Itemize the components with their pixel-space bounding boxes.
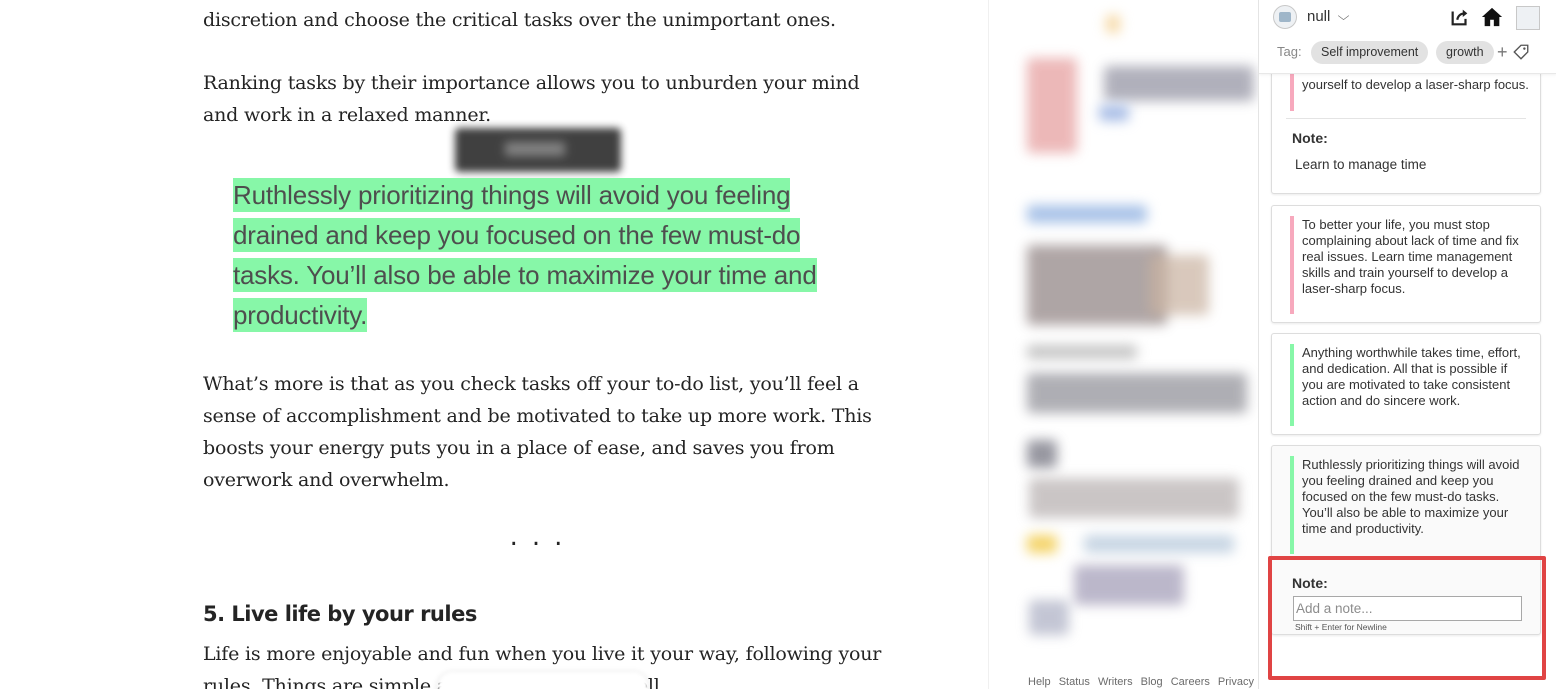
profile-image-icon[interactable]: [1516, 6, 1540, 30]
highlight-color-bar: [1290, 344, 1294, 426]
panel-header: null ⌵ Tag: Self improvement growth +: [1259, 0, 1556, 74]
section-heading: 5. Live life by your rules: [203, 602, 477, 626]
article-content: discretion and choose the critical tasks…: [0, 0, 988, 689]
note-text[interactable]: Learn to manage time: [1295, 157, 1426, 172]
highlight-color-bar: [1290, 456, 1294, 554]
note-hint: Shift + Enter for Newline: [1295, 622, 1387, 632]
user-name[interactable]: null: [1307, 8, 1330, 25]
footer-links: Help Status Writers Blog Careers Privacy…: [1028, 676, 1278, 688]
quote-highlight-text[interactable]: Ruthlessly prioritizing things will avoi…: [233, 178, 817, 332]
article-paragraph: Ranking tasks by their importance allows…: [203, 72, 860, 126]
tag-label: Tag:: [1277, 44, 1302, 59]
highlight-card[interactable]: Anything worthwhile takes time, effort, …: [1271, 333, 1541, 435]
medium-sidebar-blurred: [988, 0, 1258, 689]
article-paragraph: discretion and choose the critical tasks…: [203, 9, 836, 31]
footer-link-careers[interactable]: Careers: [1171, 676, 1210, 688]
footer-link-blog[interactable]: Blog: [1141, 676, 1163, 688]
footer-link-help[interactable]: Help: [1028, 676, 1051, 688]
footer-link-writers[interactable]: Writers: [1098, 676, 1133, 688]
footer-link-privacy[interactable]: Privacy: [1218, 676, 1254, 688]
highlight-text: Ruthlessly prioritizing things will avoi…: [1302, 457, 1520, 536]
highlight-card[interactable]: To better your life, you must stop compl…: [1271, 205, 1541, 323]
highlight-text: yourself to develop a laser-sharp focus.: [1302, 77, 1529, 92]
section-separator: ...: [509, 522, 577, 552]
highlight-card[interactable]: yourself to develop a laser-sharp focus.…: [1271, 58, 1541, 194]
highlight-card-active[interactable]: Ruthlessly prioritizing things will avoi…: [1271, 445, 1541, 635]
article-paragraph: What’s more is that as you check tasks o…: [203, 373, 872, 491]
selection-toolbar[interactable]: [455, 128, 621, 172]
tag-chip[interactable]: Self improvement: [1311, 41, 1429, 64]
note-label: Note:: [1292, 575, 1328, 591]
highlight-color-bar: [1290, 216, 1294, 314]
clap-response-bar[interactable]: [438, 672, 648, 689]
highlights-panel: yourself to develop a laser-sharp focus.…: [1258, 0, 1556, 689]
highlighted-quote[interactable]: Ruthlessly prioritizing things will avoi…: [233, 175, 863, 335]
share-icon[interactable]: [1449, 6, 1471, 28]
divider: [1286, 118, 1526, 119]
highlight-text: Anything worthwhile takes time, effort, …: [1302, 345, 1521, 408]
note-input[interactable]: [1293, 596, 1522, 621]
chevron-down-icon[interactable]: ⌵: [1338, 9, 1350, 24]
tag-chip[interactable]: growth: [1436, 41, 1494, 64]
footer-link-status[interactable]: Status: [1059, 676, 1090, 688]
add-tag-button[interactable]: +: [1497, 42, 1508, 63]
highlight-text: To better your life, you must stop compl…: [1302, 217, 1519, 296]
note-label: Note:: [1292, 130, 1328, 146]
user-avatar-icon[interactable]: [1273, 5, 1297, 29]
tag-icon[interactable]: [1512, 43, 1530, 61]
home-icon[interactable]: [1481, 6, 1503, 28]
